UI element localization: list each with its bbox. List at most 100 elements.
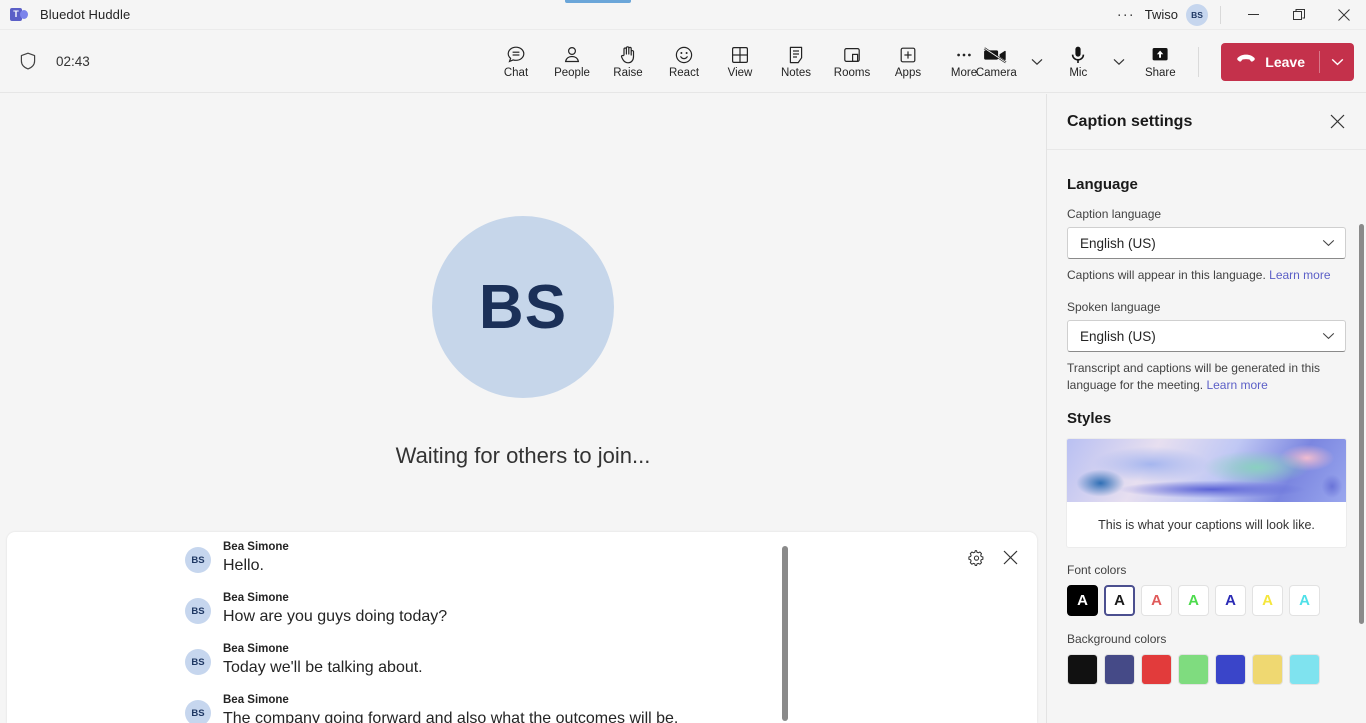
list-item: BS Bea Simone Today we'll be talking abo… — [185, 642, 1037, 685]
caption-language-learn-more-link[interactable]: Learn more — [1269, 268, 1330, 282]
camera-options-chevron[interactable] — [1024, 40, 1050, 84]
share-screen-icon — [1148, 44, 1172, 66]
font-colors-label: Font colors — [1067, 563, 1127, 577]
leave-meeting-button[interactable]: Leave — [1221, 42, 1354, 81]
toolbar-button-view[interactable]: View — [712, 36, 768, 88]
section-title-language: Language — [1067, 176, 1138, 193]
titlebar-overflow-icon[interactable]: ··· — [1107, 7, 1145, 22]
leave-main[interactable]: Leave — [1221, 43, 1319, 81]
font-color-yellow[interactable]: A — [1252, 585, 1283, 616]
page-title: Caption settings — [1067, 112, 1193, 130]
minimize-button[interactable] — [1231, 0, 1276, 30]
avatar[interactable]: BS — [1186, 3, 1208, 26]
toolbar-button-react[interactable]: React — [656, 36, 712, 88]
toolbar-label: Notes — [780, 66, 812, 79]
spoken-language-helper: Transcript and captions will be generate… — [1067, 360, 1346, 394]
live-captions-panel: BS Bea Simone Hello. BS Bea Simone How a… — [7, 532, 1037, 723]
window-title: Bluedot Huddle — [40, 7, 131, 22]
mic-toggle-button[interactable]: Mic — [1050, 36, 1106, 88]
camera-toggle-button[interactable]: Camera — [968, 36, 1024, 88]
font-glyph: A — [1114, 592, 1125, 609]
background-color-green[interactable] — [1178, 654, 1209, 685]
captions-scrollbar[interactable] — [782, 546, 788, 721]
avatar: BS — [185, 649, 211, 675]
spoken-language-learn-more-link[interactable]: Learn more — [1206, 378, 1267, 392]
close-window-button[interactable] — [1321, 0, 1366, 30]
background-color-navy[interactable] — [1104, 654, 1135, 685]
styles-section: Styles This is what your captions will l… — [1067, 410, 1346, 685]
panel-scrollbar[interactable] — [1359, 224, 1364, 624]
caption-language-helper: Captions will appear in this language. L… — [1067, 267, 1346, 284]
caption-speaker-name: Bea Simone — [223, 541, 289, 553]
spoken-language-value: English (US) — [1080, 328, 1156, 344]
leave-options-chevron[interactable] — [1320, 43, 1354, 81]
toolbar-button-chat[interactable]: Chat — [488, 36, 544, 88]
background-color-red[interactable] — [1141, 654, 1172, 685]
captions-settings-button[interactable] — [963, 544, 989, 570]
section-title-styles: Styles — [1067, 410, 1112, 427]
toolbar-button-apps[interactable]: Apps — [880, 36, 936, 88]
font-glyph: A — [1188, 592, 1199, 609]
background-color-cyan[interactable] — [1289, 654, 1320, 685]
font-color-green[interactable]: A — [1178, 585, 1209, 616]
meeting-toolbar: 02:43 Chat People Raise React View Notes… — [0, 30, 1366, 93]
camera-off-icon — [983, 44, 1009, 66]
toolbar-button-raise[interactable]: Raise — [600, 36, 656, 88]
chevron-down-icon — [1322, 239, 1335, 247]
toolbar-label: React — [668, 66, 700, 79]
captions-actions — [963, 544, 1023, 570]
background-color-black[interactable] — [1067, 654, 1098, 685]
caption-language-select[interactable]: English (US) — [1067, 227, 1346, 259]
font-glyph: A — [1225, 592, 1236, 609]
font-color-black[interactable]: A — [1067, 585, 1098, 616]
font-color-cyan[interactable]: A — [1289, 585, 1320, 616]
font-color-white[interactable]: A — [1104, 585, 1135, 616]
toolbar-button-notes[interactable]: Notes — [768, 36, 824, 88]
background-colors-label: Background colors — [1067, 632, 1167, 646]
font-color-blue[interactable]: A — [1215, 585, 1246, 616]
caption-language-label: Caption language — [1067, 207, 1162, 221]
share-screen-button[interactable]: Share — [1132, 36, 1188, 88]
caption-language-helper-text: Captions will appear in this language. — [1067, 268, 1266, 282]
caption-body: Bea Simone Hello. — [223, 540, 289, 577]
toolbar-label: Camera — [975, 66, 1017, 79]
toolbar-label: Chat — [503, 66, 529, 79]
mic-options-chevron[interactable] — [1106, 40, 1132, 84]
titlebar-user-name[interactable]: Twiso — [1145, 7, 1186, 22]
toolbar-divider — [1198, 46, 1200, 77]
avatar: BS — [185, 598, 211, 624]
shield-icon[interactable] — [18, 51, 38, 71]
spoken-language-select[interactable]: English (US) — [1067, 320, 1346, 352]
close-icon — [1003, 550, 1017, 564]
maximize-button[interactable] — [1276, 0, 1321, 30]
background-color-yellow[interactable] — [1252, 654, 1283, 685]
font-glyph: A — [1262, 592, 1273, 609]
meeting-timer: 02:43 — [56, 53, 90, 69]
window-drag-accent — [565, 0, 631, 3]
caption-settings-panel: Caption settings Language Caption langua… — [1046, 94, 1366, 723]
hang-up-icon — [1235, 52, 1257, 71]
leave-button-label: Leave — [1265, 53, 1305, 70]
restore-icon — [1292, 8, 1305, 20]
background-color-blue[interactable] — [1215, 654, 1246, 685]
toolbar-right-actions: Camera Mic Share Leave — [968, 30, 1354, 93]
teams-logo-dot — [20, 9, 28, 19]
panel-close-button[interactable] — [1322, 107, 1352, 137]
avatar: BS — [185, 547, 211, 573]
rooms-icon — [841, 44, 863, 66]
font-color-red[interactable]: A — [1141, 585, 1172, 616]
toolbar-button-rooms[interactable]: Rooms — [824, 36, 880, 88]
font-colors-swatches: A A A A A A A — [1067, 585, 1346, 616]
window-title-bar: T Bluedot Huddle ··· Twiso BS — [0, 0, 1366, 30]
react-smiley-icon — [673, 44, 695, 66]
captions-close-button[interactable] — [997, 544, 1023, 570]
toolbar-label: Share — [1144, 66, 1176, 79]
raise-hand-icon — [617, 44, 639, 66]
list-item: BS Bea Simone Hello. — [185, 540, 1037, 583]
caption-speaker-name: Bea Simone — [223, 694, 289, 706]
caption-body: Bea Simone The company going forward and… — [223, 693, 678, 723]
caption-language-value: English (US) — [1080, 235, 1156, 251]
panel-body: Language Caption language English (US) C… — [1047, 150, 1366, 723]
chat-icon — [505, 44, 527, 66]
toolbar-button-people[interactable]: People — [544, 36, 600, 88]
